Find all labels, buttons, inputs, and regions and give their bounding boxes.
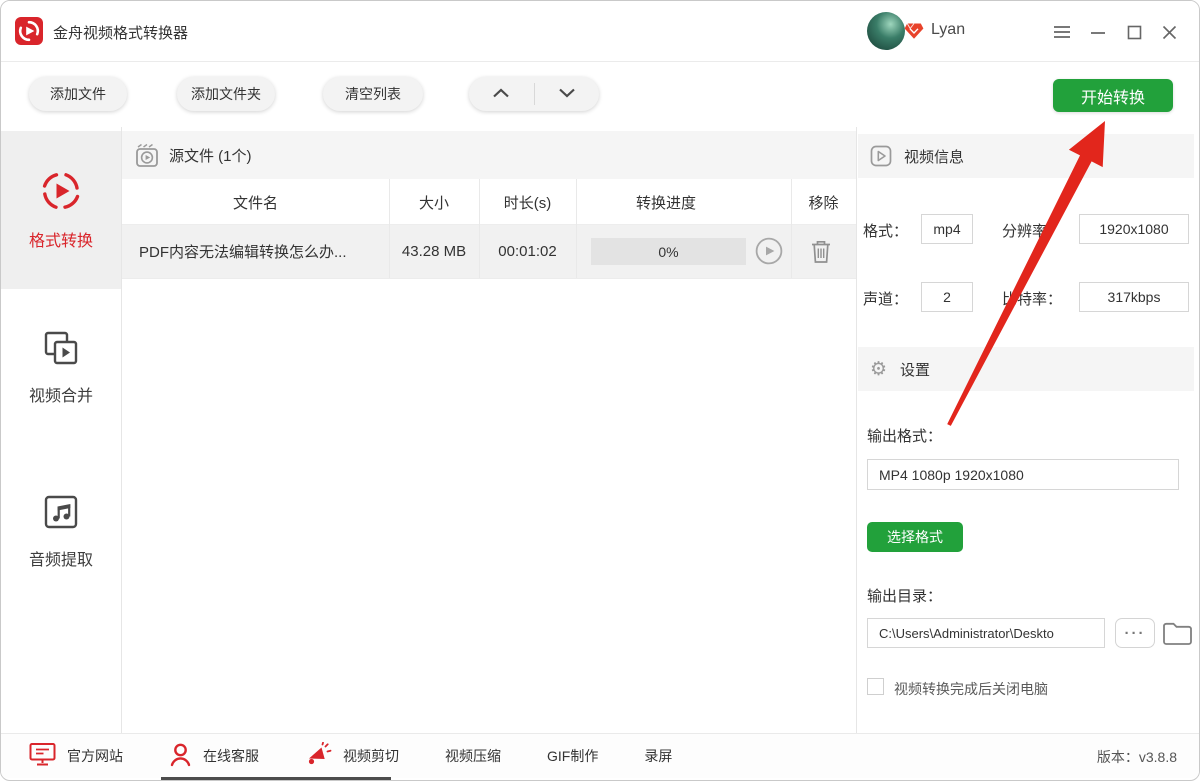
audio-extract-icon: [42, 493, 80, 536]
menu-icon[interactable]: [1047, 17, 1077, 47]
app-logo-icon: [15, 17, 43, 45]
col-header-filename: 文件名: [232, 194, 278, 212]
col-header-progress: 转换进度: [635, 194, 696, 212]
bitrate-label: 比特率：: [1002, 291, 1063, 308]
progress-bar: 0%: [591, 238, 746, 265]
col-header-remove: 移除: [808, 194, 839, 212]
sidebar-item-label: 视频合并: [28, 388, 93, 405]
output-format-label: 输出格式：: [867, 428, 943, 445]
footer-link-video-compress[interactable]: 视频压缩: [445, 746, 501, 766]
sidebar-item-label: 格式转换: [28, 232, 93, 250]
resolution-label: 分辨率：: [1002, 223, 1063, 240]
resolution-value: 1920x1080: [1079, 214, 1189, 244]
source-files-header: 源文件 (1个): [122, 131, 856, 179]
move-up-button[interactable]: [469, 77, 534, 111]
divider: [122, 278, 856, 279]
sidebar-item-video-merge[interactable]: 视频合并: [1, 329, 121, 406]
sidebar-item-label: 音频提取: [28, 552, 93, 569]
video-info-icon: [870, 145, 892, 167]
minimize-button[interactable]: [1083, 17, 1113, 47]
annotation-arrow: [947, 121, 1105, 426]
file-size: 43.28 MB: [401, 243, 467, 260]
clear-list-button[interactable]: 清空列表: [323, 77, 423, 111]
sidebar-item-format-convert[interactable]: 格式转换: [1, 131, 121, 289]
ellipsis-icon: ···: [1124, 624, 1146, 642]
footer-link-customer-service[interactable]: 在线客服: [169, 742, 259, 770]
video-info-title: 视频信息: [904, 148, 965, 166]
trash-icon[interactable]: [810, 239, 832, 269]
vip-badge-icon: [904, 22, 924, 45]
chevron-up-icon: [492, 85, 510, 103]
file-duration: 00:01:02: [498, 243, 557, 260]
video-info-header: 视频信息: [858, 134, 1194, 178]
output-format-input[interactable]: MP4 1080p 1920x1080: [867, 459, 1179, 490]
file-name: PDF内容无法编辑转换怎么办...: [139, 244, 347, 261]
add-folder-button[interactable]: 添加文件夹: [177, 77, 275, 111]
taskbar-strip: [161, 777, 391, 780]
channels-value: 2: [921, 282, 973, 312]
channels-label: 声道：: [863, 291, 909, 308]
footer-link-label: 视频剪切: [343, 748, 399, 764]
output-dir-input[interactable]: C:\Users\Administrator\Deskto: [867, 618, 1105, 648]
source-file-icon: [135, 143, 159, 168]
gear-icon: ⚙: [870, 358, 888, 380]
app-window: 金舟视频格式转换器 Lyan 添加文件 添加文件夹 清空列表 开始转换 格式转换…: [0, 0, 1200, 781]
footer-link-label: GIF制作: [547, 748, 599, 764]
video-merge-icon: [42, 329, 80, 372]
choose-format-button[interactable]: 选择格式: [867, 522, 963, 552]
title-bar: 金舟视频格式转换器 Lyan: [1, 1, 1199, 62]
footer-link-video-cut[interactable]: 视频剪切: [305, 741, 399, 770]
footer-link-label: 在线客服: [203, 748, 259, 764]
divider: [576, 179, 577, 278]
footer-link-gif-maker[interactable]: GIF制作: [547, 746, 598, 766]
footer-link-label: 官方网站: [67, 748, 123, 764]
shutdown-checkbox-label: 视频转换完成后关闭电脑: [894, 681, 1048, 697]
version-text: 版本：v3.8.8: [1096, 749, 1177, 765]
format-value: mp4: [921, 214, 973, 244]
divider: [791, 179, 792, 278]
settings-title: 设置: [900, 361, 931, 379]
col-header-duration: 时长(s): [503, 194, 552, 212]
format-convert-icon: [40, 170, 82, 217]
monitor-icon: [29, 742, 56, 770]
open-folder-icon[interactable]: [1162, 619, 1193, 651]
footer-link-official-site[interactable]: 官方网站: [29, 742, 123, 770]
reorder-controls: [469, 77, 599, 111]
col-header-size: 大小: [418, 194, 449, 212]
sidebar-item-audio-extract[interactable]: 音频提取: [1, 493, 121, 570]
settings-header: ⚙ 设置: [858, 347, 1194, 391]
browse-button[interactable]: ···: [1115, 618, 1155, 648]
add-file-button[interactable]: 添加文件: [29, 77, 127, 111]
footer-link-screen-record[interactable]: 录屏: [644, 746, 672, 766]
footer-bar: 官方网站 在线客服 视频剪切 视频压缩 GIF制作 录屏: [1, 733, 1199, 778]
divider: [856, 127, 857, 733]
bitrate-value: 317kbps: [1079, 282, 1189, 312]
play-preview-button[interactable]: [755, 237, 783, 270]
start-convert-button[interactable]: 开始转换: [1053, 79, 1173, 112]
username: Lyan: [931, 21, 966, 38]
close-button[interactable]: [1154, 17, 1184, 47]
user-avatar[interactable]: [867, 12, 905, 50]
person-icon: [169, 742, 192, 770]
maximize-button[interactable]: [1119, 17, 1149, 47]
shutdown-checkbox[interactable]: [867, 678, 884, 695]
format-label: 格式：: [863, 223, 909, 240]
output-dir-label: 输出目录：: [867, 588, 943, 605]
footer-link-label: 视频压缩: [445, 748, 501, 764]
megaphone-icon: [305, 741, 332, 770]
chevron-down-icon: [558, 85, 576, 103]
move-down-button[interactable]: [535, 77, 600, 111]
source-files-title: 源文件 (1个): [169, 147, 252, 165]
footer-link-label: 录屏: [644, 748, 673, 764]
app-title: 金舟视频格式转换器: [53, 25, 189, 42]
